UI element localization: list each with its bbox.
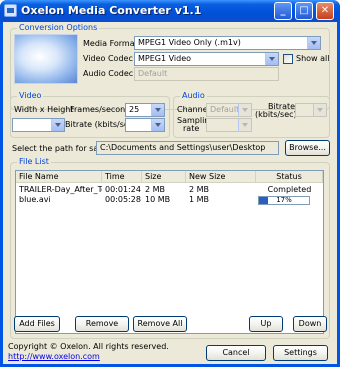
column-new-size[interactable]: New Size: [186, 171, 256, 183]
width-height-select[interactable]: [12, 118, 65, 132]
file-name-cell: blue.avi: [19, 195, 51, 204]
save-path-field[interactable]: C:\Documents and Settings\user\Desktop: [96, 141, 279, 155]
video-group-title: Video: [17, 91, 44, 101]
column-time[interactable]: Time: [102, 171, 142, 183]
video-codec-label: Video Codec: [83, 54, 133, 63]
progress-percent: 17%: [276, 196, 292, 204]
settings-button[interactable]: Settings: [273, 345, 328, 361]
column-file-name[interactable]: File Name: [16, 171, 102, 183]
fps-select[interactable]: 25: [125, 103, 165, 117]
app-icon: [4, 4, 17, 17]
size-cell: 2 MB: [145, 185, 166, 194]
maximize-button[interactable]: □: [295, 2, 313, 20]
chevron-down-icon[interactable]: [51, 119, 64, 131]
media-format-label: Media Format: [83, 39, 138, 48]
save-path-value: C:\Documents and Settings\user\Desktop: [100, 143, 266, 152]
remove-all-button[interactable]: Remove All: [133, 316, 187, 332]
conversion-options-title: Conversion Options: [17, 23, 100, 33]
cancel-button[interactable]: Cancel: [206, 345, 266, 361]
conversion-progress-bar: 17%: [258, 196, 310, 205]
chevron-down-icon[interactable]: [238, 104, 251, 116]
chevron-down-icon[interactable]: [238, 119, 251, 131]
size-cell: 10 MB: [145, 195, 171, 204]
chevron-down-icon[interactable]: [151, 104, 164, 116]
chevron-down-icon[interactable]: [307, 37, 320, 49]
file-table-header: File Name Time Size New Size Status: [16, 171, 323, 183]
copyright-text: Copyright © Oxelon. All rights reserved.: [8, 342, 169, 351]
video-codec-value: MPEG1 Video: [138, 54, 192, 63]
chevron-down-icon[interactable]: [151, 119, 164, 131]
video-bitrate-select[interactable]: [125, 118, 165, 132]
file-table[interactable]: File Name Time Size New Size Status TRAI…: [15, 170, 324, 334]
audio-codec-value: Default: [138, 69, 168, 78]
audio-bitrate-select[interactable]: [295, 103, 327, 117]
audio-group-title: Audio: [180, 91, 207, 101]
file-name-cell: TRAILER-Day_After_To...: [19, 185, 102, 194]
video-codec-select[interactable]: MPEG1 Video: [134, 52, 279, 66]
media-format-select[interactable]: MPEG1 Video Only (.m1v): [134, 36, 321, 50]
up-button[interactable]: Up: [249, 316, 283, 332]
column-status[interactable]: Status: [256, 171, 323, 183]
new-size-cell: 1 MB: [189, 195, 210, 204]
status-cell: Completed: [267, 185, 312, 194]
audio-codec-label: Audio Codec: [83, 69, 134, 78]
time-cell: 00:01:24: [105, 185, 141, 194]
new-size-cell: 2 MB: [189, 185, 210, 194]
file-list-title: File List: [17, 157, 51, 167]
table-row[interactable]: TRAILER-Day_After_To... 00:01:24 2 MB 2 …: [16, 185, 323, 195]
audio-bitrate-label-line2: (kbits/sec): [255, 110, 297, 119]
channels-select[interactable]: Default: [206, 103, 252, 117]
video-bitrate-label: Bitrate (kbits/sec): [65, 120, 137, 129]
video-preview-image: [14, 34, 78, 84]
media-format-value: MPEG1 Video Only (.m1v): [138, 38, 241, 47]
title-bar[interactable]: Oxelon Media Converter v1.1 _ □ ✕: [0, 0, 340, 22]
website-link[interactable]: http://www.oxelon.com: [8, 352, 100, 362]
fps-label: Frames/second: [70, 105, 131, 114]
width-height-label: Width x Height: [14, 105, 74, 114]
sampling-label-line2: rate: [183, 124, 200, 133]
time-cell: 00:05:28: [105, 195, 141, 204]
remove-button[interactable]: Remove: [75, 316, 129, 332]
window-title: Oxelon Media Converter v1.1: [21, 4, 202, 17]
minimize-button[interactable]: _: [274, 2, 292, 20]
fps-value: 25: [129, 105, 140, 114]
channels-value: Default: [210, 105, 240, 114]
add-files-button[interactable]: Add Files: [14, 316, 60, 332]
column-size[interactable]: Size: [142, 171, 186, 183]
show-all-label: Show all: [296, 54, 330, 63]
sampling-rate-select[interactable]: [206, 118, 252, 132]
down-button[interactable]: Down: [293, 316, 327, 332]
chevron-down-icon[interactable]: [313, 104, 326, 116]
table-row[interactable]: blue.avi 00:05:28 10 MB 1 MB 17%: [16, 195, 323, 205]
browse-button[interactable]: Browse...: [285, 140, 330, 156]
audio-codec-select[interactable]: Default: [134, 67, 279, 81]
show-all-checkbox[interactable]: [283, 54, 293, 64]
app-window: Oxelon Media Converter v1.1 _ □ ✕ Conver…: [0, 0, 340, 367]
client-area: Conversion Options Media Format MPEG1 Vi…: [3, 22, 337, 364]
close-button[interactable]: ✕: [316, 2, 334, 20]
chevron-down-icon[interactable]: [265, 53, 278, 65]
